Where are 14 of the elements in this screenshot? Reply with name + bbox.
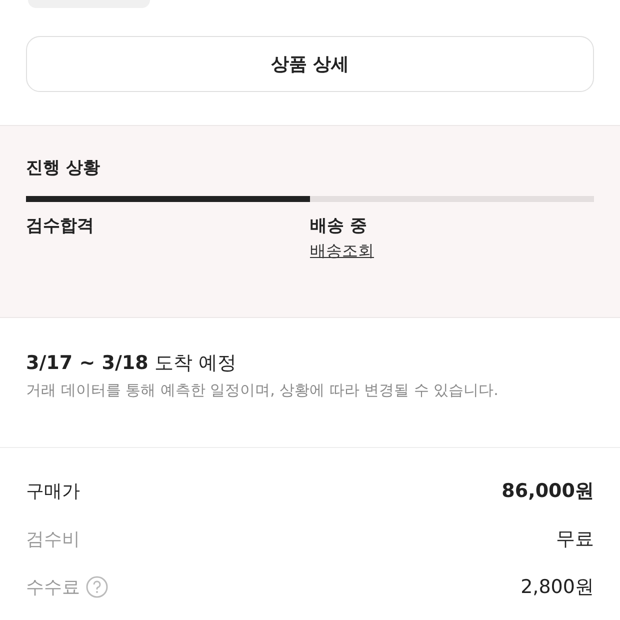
price-label: 구매가: [26, 480, 80, 504]
price-label: 수수료: [26, 576, 80, 600]
arrival-title: 3/17 ~ 3/18 도착 예정: [26, 351, 238, 376]
arrival-note: 거래 데이터를 통해 예측한 일정이며, 상황에 따라 변경될 수 있습니다.: [26, 380, 500, 401]
price-value: 86,000원: [502, 478, 594, 504]
help-icon[interactable]: [86, 576, 108, 598]
product-detail-button[interactable]: 상품 상세: [26, 36, 594, 92]
stage-label: 검수합격: [26, 215, 94, 238]
stage-label: 배송 중: [310, 215, 367, 238]
price-value: 무료: [556, 526, 594, 552]
tracking-link[interactable]: 배송조회: [310, 240, 374, 262]
price-value: 2,800원: [520, 574, 594, 600]
progress-title: 진행 상황: [26, 157, 101, 180]
price-label: 검수비: [26, 528, 80, 552]
